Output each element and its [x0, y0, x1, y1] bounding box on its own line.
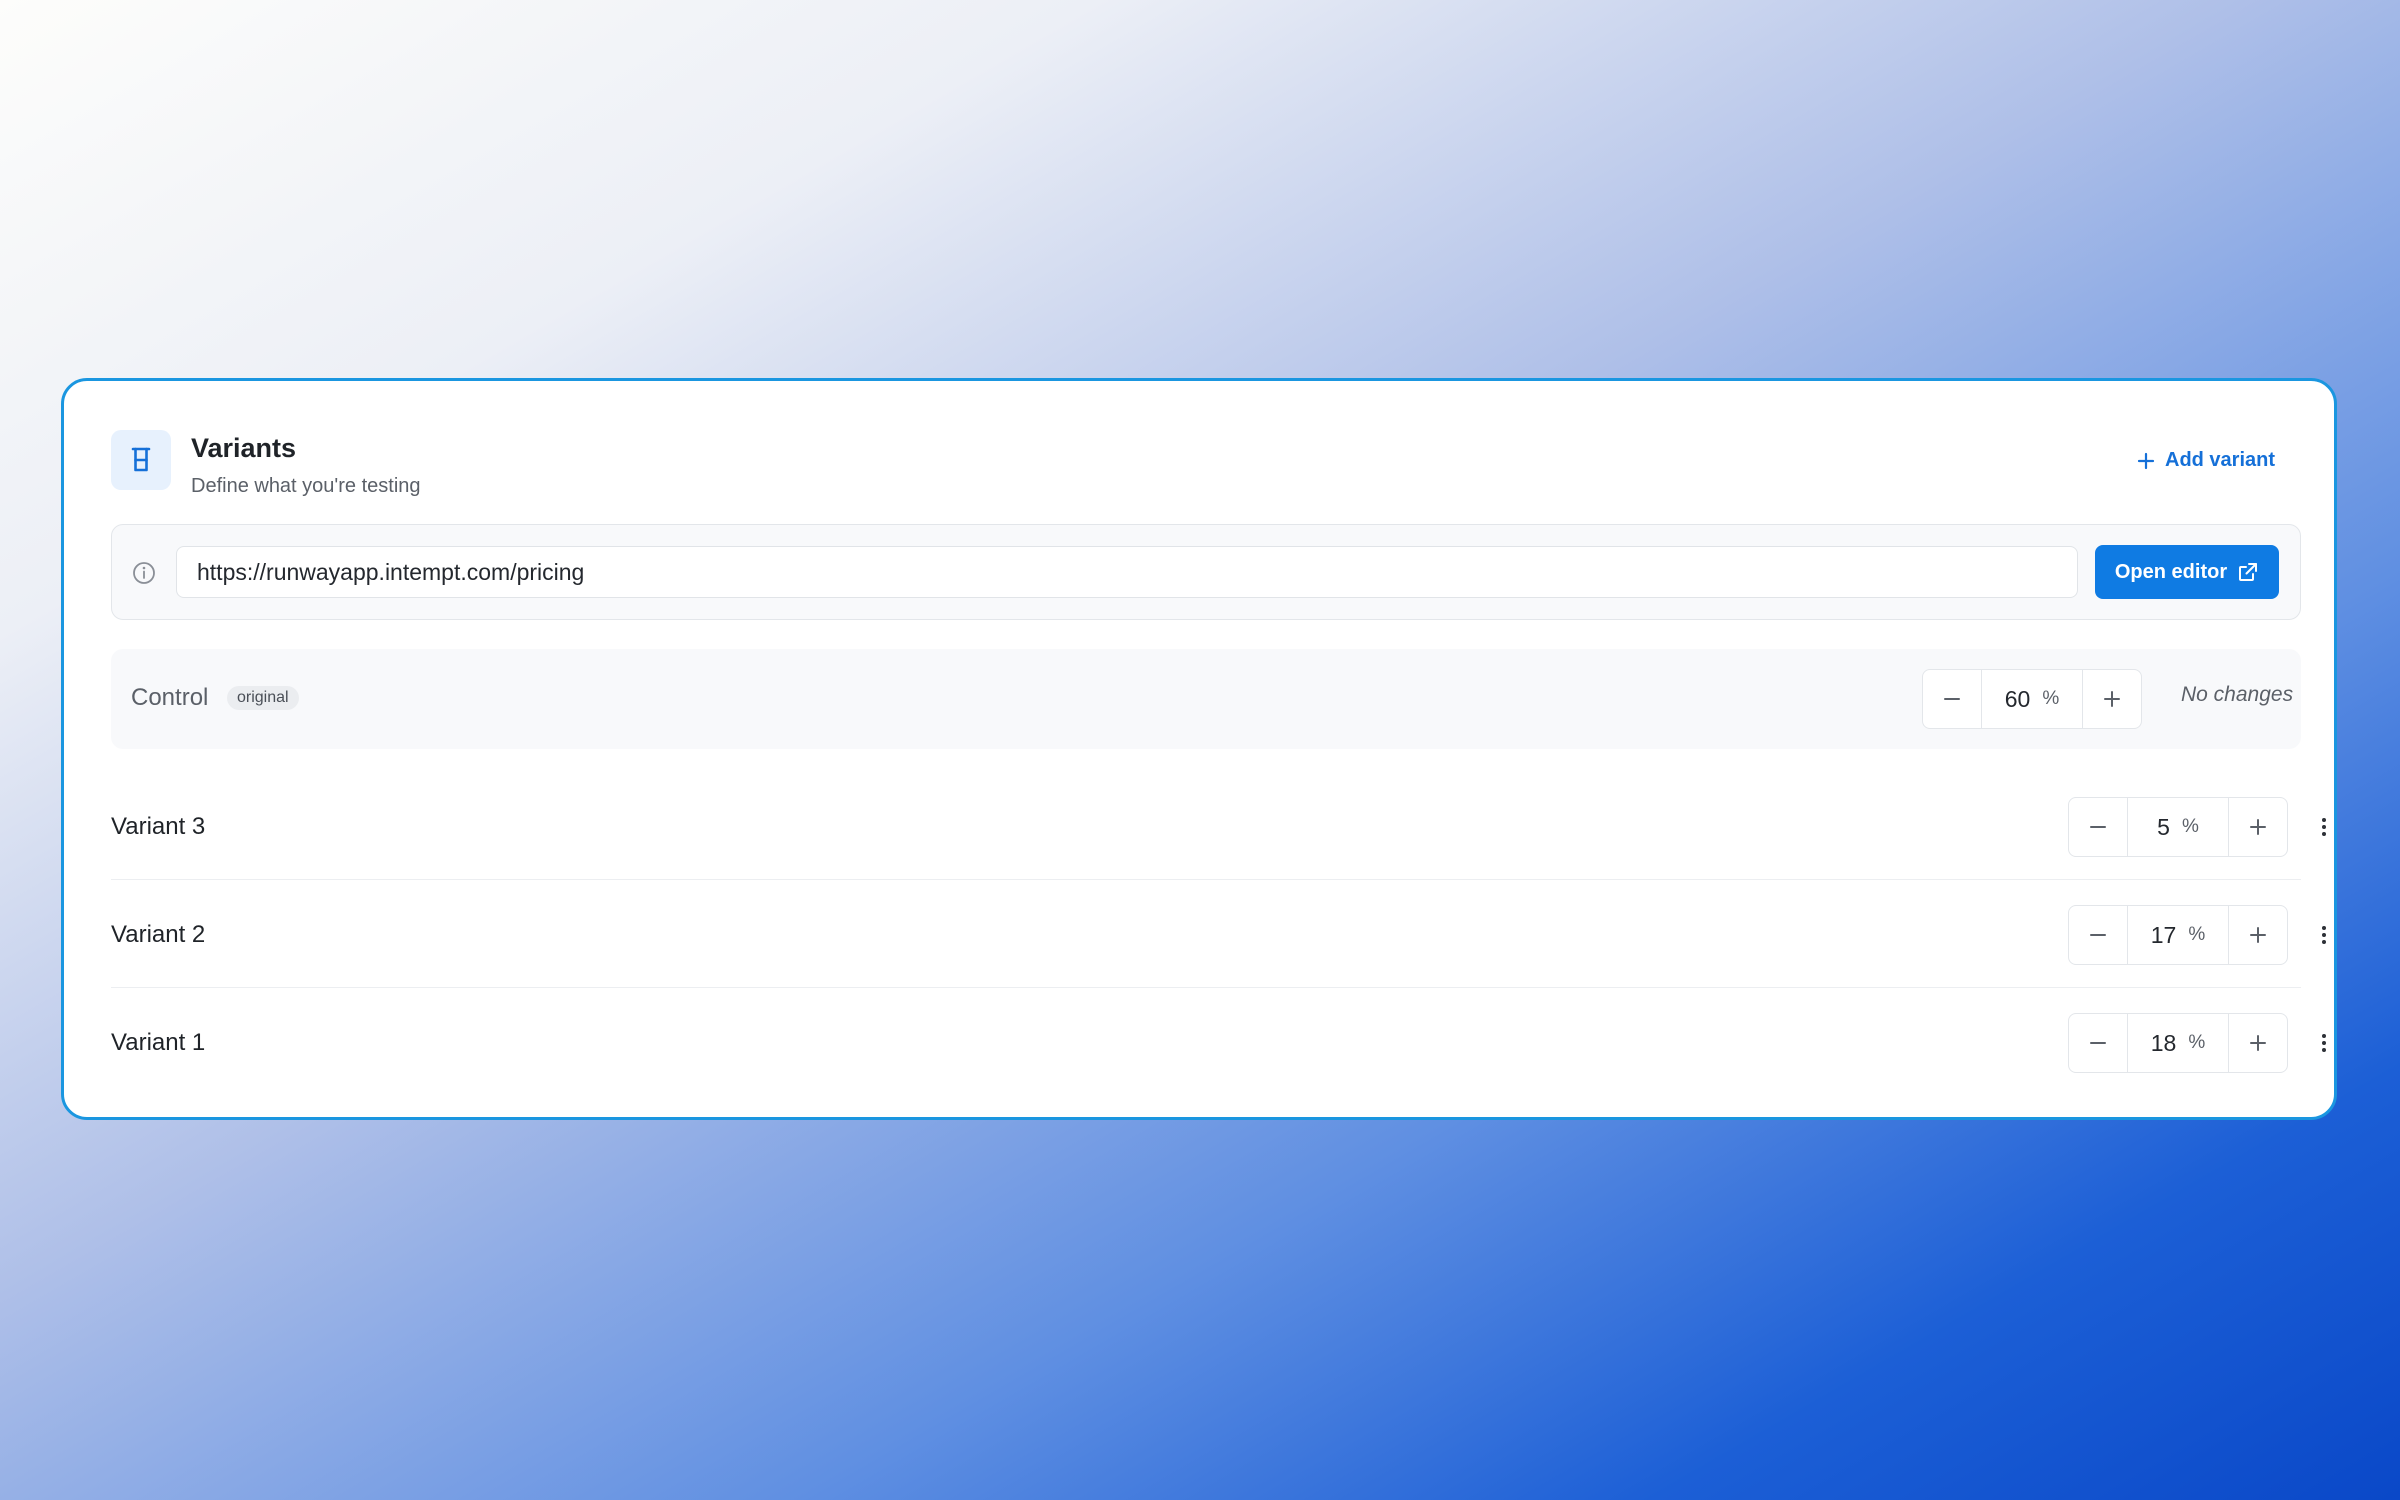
decrease-button[interactable]	[2069, 1014, 2127, 1072]
beaker-icon	[111, 430, 171, 490]
variant-percentage-stepper: 17 %	[2068, 905, 2288, 965]
add-variant-label: Add variant	[2165, 449, 2276, 471]
minus-icon	[2090, 934, 2106, 936]
open-editor-button[interactable]: Open editor	[2095, 545, 2279, 599]
percentage-field[interactable]: 60 %	[1981, 670, 2083, 728]
variant-percentage-stepper: 5 %	[2068, 797, 2288, 857]
plus-icon	[2250, 927, 2266, 943]
plus-icon	[2104, 691, 2120, 707]
variant-name: Variant 3	[111, 813, 206, 840]
minus-icon	[2090, 1042, 2106, 1044]
percent-sign: %	[2188, 924, 2206, 945]
plus-icon	[2137, 452, 2155, 469]
percentage-value[interactable]: 17	[2151, 922, 2177, 949]
percentage-value[interactable]: 60	[2005, 686, 2031, 713]
variant-row: Variant 1 18 %	[111, 989, 2326, 1096]
section-subtitle: Define what you're testing	[191, 475, 421, 497]
url-input[interactable]	[176, 546, 2078, 598]
minus-icon	[1944, 698, 1960, 700]
control-percentage-stepper: 60 %	[1922, 669, 2142, 729]
section-title: Variants	[191, 433, 297, 463]
minus-icon	[2090, 826, 2106, 828]
percentage-field[interactable]: 5 %	[2127, 798, 2229, 856]
decrease-button[interactable]	[2069, 906, 2127, 964]
variant-name: Variant 2	[111, 921, 206, 948]
percent-sign: %	[2042, 688, 2060, 709]
add-variant-button[interactable]: Add variant	[2137, 449, 2275, 472]
more-options-icon[interactable]	[2312, 1013, 2336, 1073]
open-editor-label: Open editor	[2114, 560, 2228, 583]
percent-sign: %	[2188, 1032, 2206, 1053]
more-options-icon[interactable]	[2312, 797, 2336, 857]
decrease-button[interactable]	[1923, 670, 1981, 728]
increase-button[interactable]	[2229, 798, 2287, 856]
url-panel: Open editor	[111, 524, 2301, 620]
increase-button[interactable]	[2229, 1014, 2287, 1072]
decrease-button[interactable]	[2069, 798, 2127, 856]
external-link-icon	[2239, 563, 2258, 581]
variant-name: Variant 1	[111, 1029, 206, 1056]
variant-percentage-stepper: 18 %	[2068, 1013, 2288, 1073]
percentage-field[interactable]: 18 %	[2127, 1014, 2229, 1072]
percentage-value[interactable]: 18	[2151, 1030, 2177, 1057]
original-badge: original	[227, 686, 299, 710]
percentage-value[interactable]: 5	[2157, 814, 2170, 841]
control-status: No changes	[2181, 683, 2294, 706]
info-icon	[133, 562, 155, 584]
control-label: Control	[131, 684, 209, 711]
percent-sign: %	[2181, 816, 2199, 837]
variants-card: Variants Define what you're testing Add …	[61, 378, 2337, 1120]
variant-row: Variant 3 5 %	[111, 773, 2326, 880]
increase-button[interactable]	[2229, 906, 2287, 964]
variant-row: Variant 2 17 %	[111, 881, 2326, 988]
more-options-icon[interactable]	[2312, 905, 2336, 965]
increase-button[interactable]	[2083, 670, 2141, 728]
plus-icon	[2250, 1035, 2266, 1051]
plus-icon	[2250, 819, 2266, 835]
percentage-field[interactable]: 17 %	[2127, 906, 2229, 964]
